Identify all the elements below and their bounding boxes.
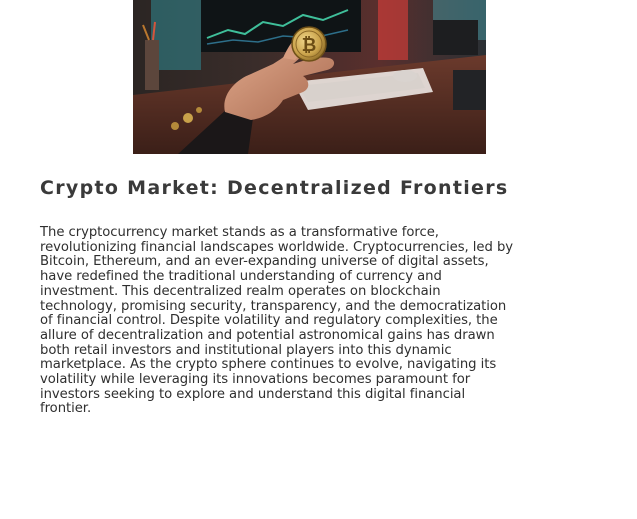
article-body-line: of financial control. Despite volatility…	[40, 313, 498, 329]
article-body-line: technology, promising security, transpar…	[40, 298, 507, 314]
article-body-line: marketplace. As the crypto sphere contin…	[40, 357, 497, 373]
article-body-line: allure of decentralization and potential…	[40, 327, 495, 343]
article-body-line: investors seeking to explore and underst…	[40, 386, 466, 402]
article-body-line: Bitcoin, Ethereum, and an ever-expanding…	[40, 254, 489, 270]
article-body-line: have redefined the traditional understan…	[40, 269, 442, 285]
article-body-line: The cryptocurrency market stands as a tr…	[40, 225, 439, 240]
article-body-line: both retail investors and institutional …	[40, 342, 452, 358]
article-body-line: frontier.	[40, 401, 92, 417]
svg-text:₿: ₿	[302, 35, 317, 56]
bitcoin-photo-illustration: ₿	[133, 0, 486, 154]
article-body: The cryptocurrency market stands as a tr…	[40, 225, 600, 417]
article-body-line: revolutionizing financial landscapes wor…	[40, 239, 514, 255]
article-title: Crypto Market: Decentralized Frontiers	[40, 177, 509, 199]
article-hero-image: ₿	[133, 0, 486, 154]
article-body-line: investment. This decentralized realm ope…	[40, 283, 441, 299]
article-body-line: volatility while leveraging its innovati…	[40, 372, 471, 388]
